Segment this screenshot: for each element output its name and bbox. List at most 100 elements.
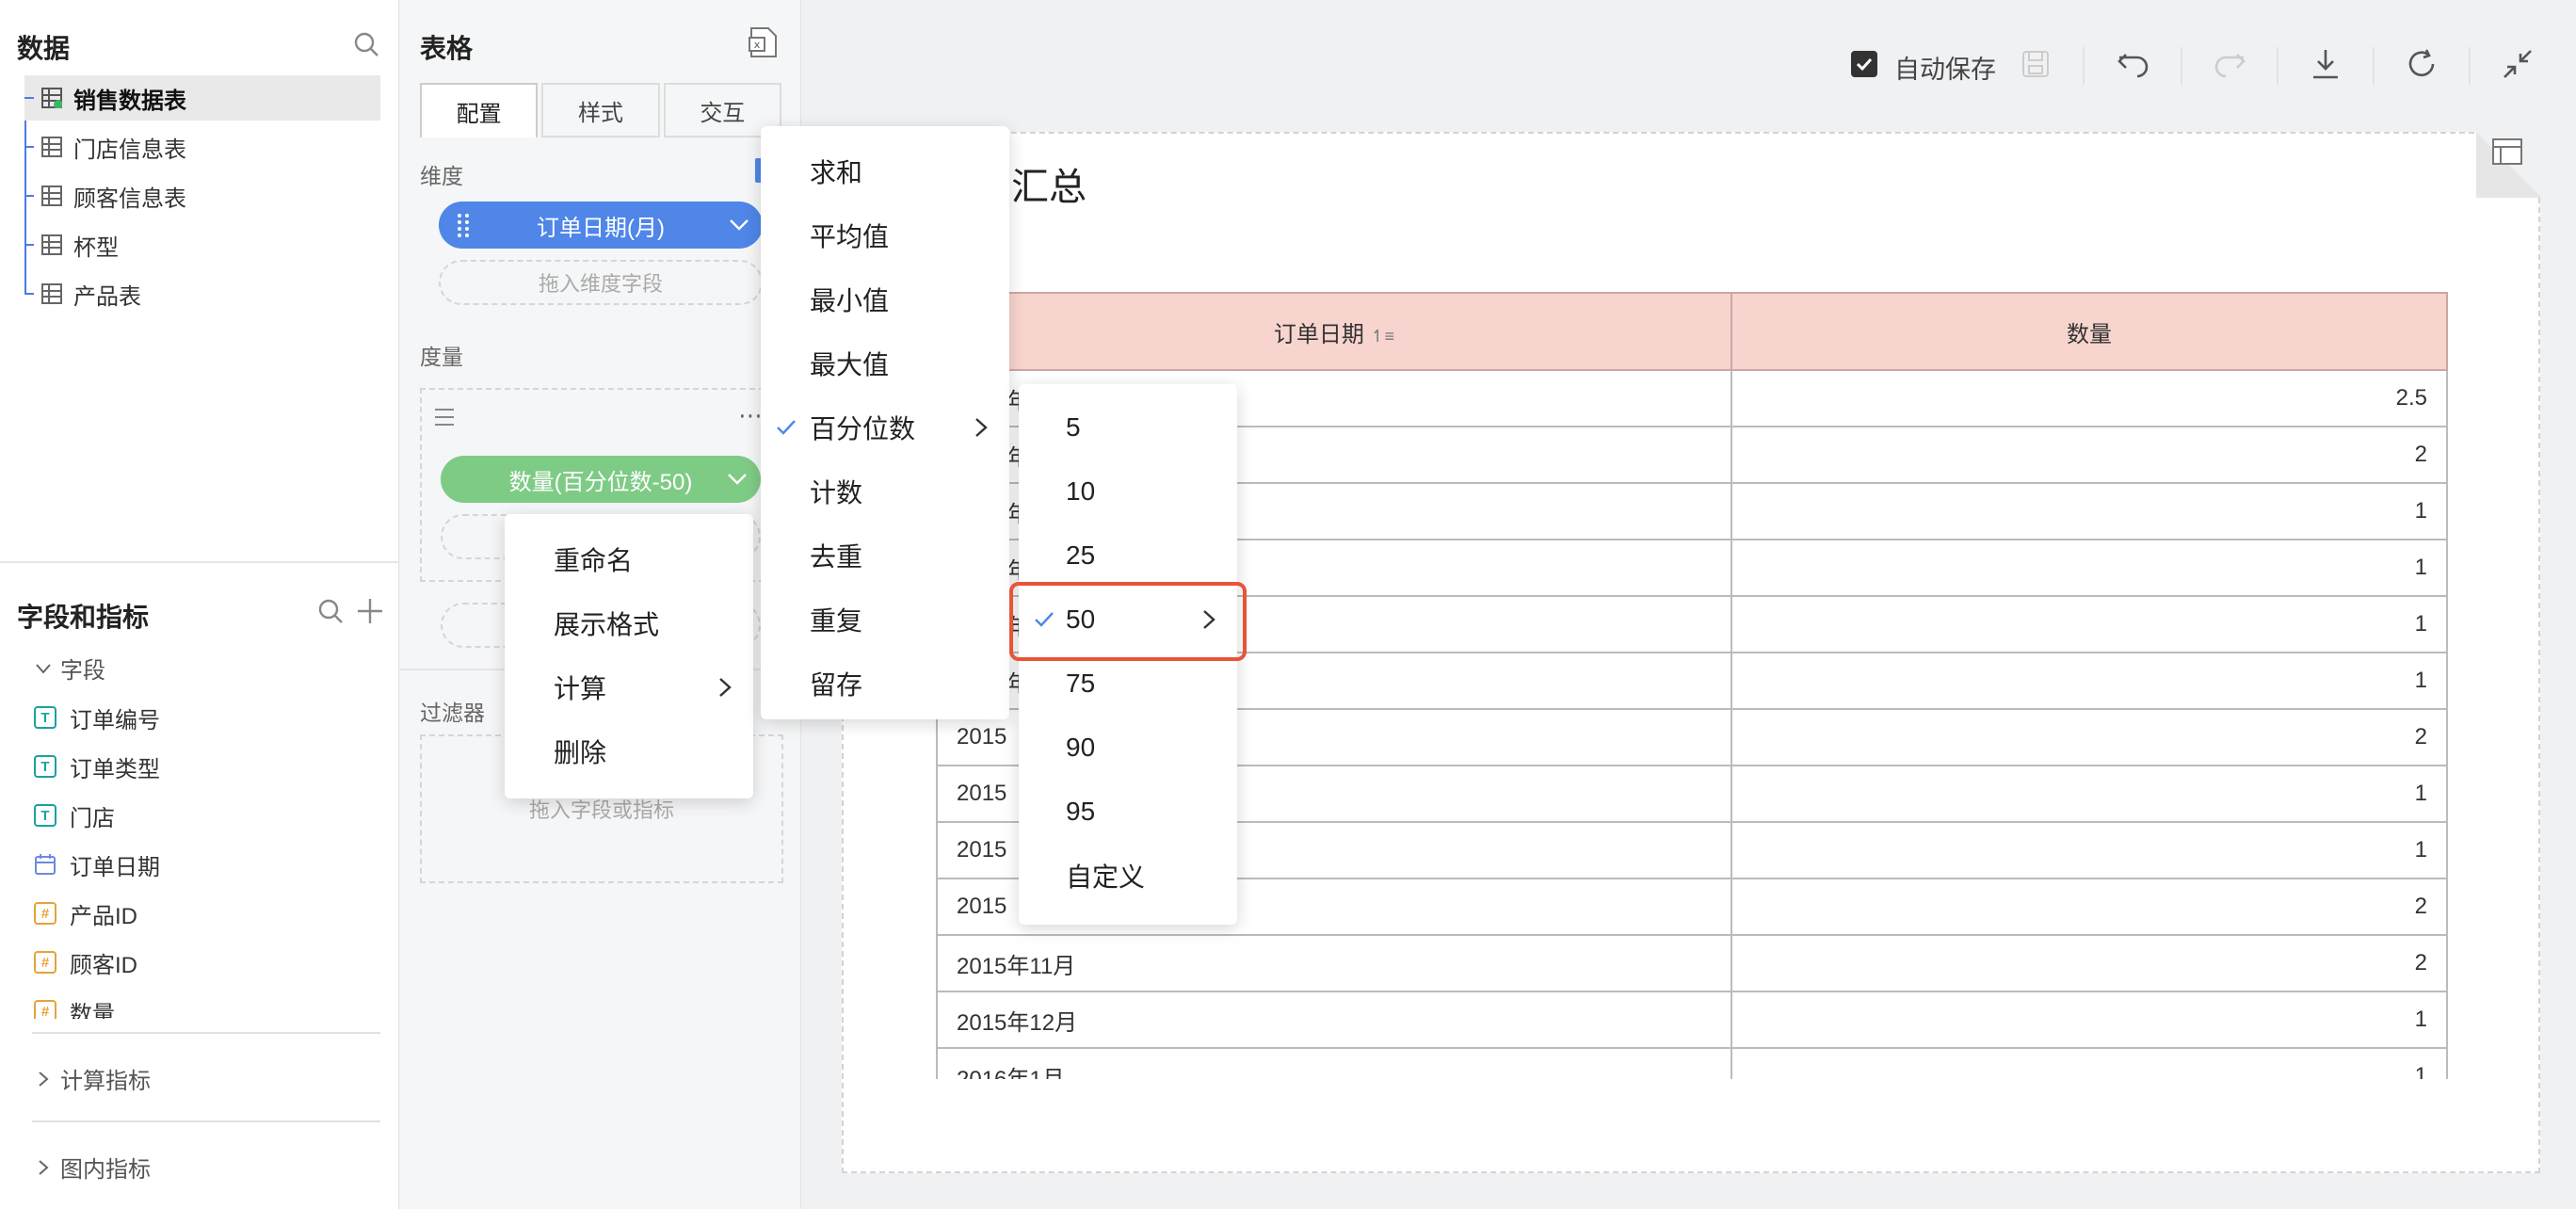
menu-item-distinct[interactable]: 去重 <box>761 524 1009 588</box>
field-item[interactable]: # 产品ID <box>34 893 137 934</box>
inner-group-label: 图内指标 <box>60 1157 151 1183</box>
dimension-pill[interactable]: 订单日期(月) <box>439 202 763 249</box>
menu-item-p90[interactable]: 90 <box>1019 716 1237 780</box>
table-item-product[interactable]: 产品表 <box>24 271 380 316</box>
menu-item-custom[interactable]: 自定义 <box>1019 844 1237 908</box>
drag-handle-icon[interactable] <box>456 213 471 237</box>
menu-item-p5[interactable]: 5 <box>1019 395 1237 459</box>
divider <box>32 1120 380 1122</box>
dimension-drop-zone[interactable]: 拖入维度字段 <box>439 260 763 305</box>
table-cell: 2015年12月 <box>936 991 1732 1049</box>
number-type-icon: # <box>34 902 56 925</box>
chevron-down-icon[interactable] <box>729 218 749 232</box>
menu-item-sum[interactable]: 求和 <box>761 139 1009 203</box>
field-label: 数量 <box>70 1001 115 1020</box>
table-item-label: 顾客信息表 <box>73 185 186 212</box>
menu-item-label: 平均值 <box>810 222 890 251</box>
menu-item-label: 90 <box>1066 733 1096 762</box>
menu-item-p75[interactable]: 75 <box>1019 652 1237 716</box>
data-panel: 数据 销售数据表 门店信息表 顾客信息表 杯型 产品表 字段和指标 字段 T 订单… <box>0 0 399 1209</box>
table-item-sales[interactable]: 销售数据表 <box>24 75 380 121</box>
menu-item-average[interactable]: 平均值 <box>761 203 1009 267</box>
table-item-store[interactable]: 门店信息表 <box>24 124 380 169</box>
field-item[interactable]: T 门店 <box>34 795 115 836</box>
table-cell: 1 <box>1731 595 2448 653</box>
menu-item-label: 求和 <box>810 158 863 187</box>
table-cell: 1 <box>1731 765 2448 823</box>
menu-item-repeat[interactable]: 重复 <box>761 588 1009 652</box>
calc-group-toggle[interactable]: 计算指标 <box>34 1062 151 1095</box>
more-icon[interactable]: ⋯ <box>738 401 763 430</box>
column-header[interactable]: 数量 <box>1731 292 2448 371</box>
excel-export-icon[interactable]: x <box>748 26 778 65</box>
autosave-label: 自动保存 <box>1894 56 1996 84</box>
autosave-checkbox[interactable] <box>1851 51 1877 77</box>
field-item[interactable]: # 数量 <box>34 991 115 1019</box>
table-row: 2015年12月 1 <box>936 991 2448 1049</box>
search-icon[interactable] <box>316 597 345 632</box>
menu-item-label: 最大值 <box>810 350 890 379</box>
filter-label: 过滤器 <box>420 701 485 725</box>
chevron-right-icon <box>975 418 988 437</box>
menu-item-percentile[interactable]: 百分位数 <box>761 395 1009 459</box>
table-icon <box>41 88 62 108</box>
field-label: 订单日期 <box>70 854 160 880</box>
table-item-label: 产品表 <box>73 283 141 310</box>
menu-item-label: 最小值 <box>810 286 890 315</box>
table-row: 2016年1月 1 <box>936 1047 2448 1079</box>
menu-item-retention[interactable]: 留存 <box>761 652 1009 716</box>
table-item-label: 门店信息表 <box>73 137 186 163</box>
redo-icon[interactable] <box>2211 45 2248 83</box>
collapse-icon[interactable] <box>2499 45 2536 83</box>
measure-pill[interactable]: 数量(百分位数-50) <box>441 456 761 503</box>
table-item-customer[interactable]: 顾客信息表 <box>24 173 380 218</box>
table-row: 2015年11月 2 <box>936 934 2448 992</box>
chevron-down-icon <box>36 663 51 674</box>
menu-item-min[interactable]: 最小值 <box>761 267 1009 331</box>
text-type-icon: T <box>34 706 56 729</box>
field-item[interactable]: T 订单类型 <box>34 746 160 787</box>
search-icon[interactable] <box>352 30 380 65</box>
text-type-icon: T <box>34 804 56 827</box>
text-type-icon: T <box>34 755 56 778</box>
menu-item-calculate[interactable]: 计算 <box>505 655 753 719</box>
number-type-icon: # <box>34 951 56 974</box>
menu-item-p10[interactable]: 10 <box>1019 459 1237 524</box>
inner-group-toggle[interactable]: 图内指标 <box>34 1151 151 1184</box>
download-icon[interactable] <box>2307 45 2344 83</box>
tab-config[interactable]: 配置 <box>420 83 539 137</box>
menu-item-label: 计数 <box>810 478 863 508</box>
menu-item-delete[interactable]: 删除 <box>505 719 753 783</box>
field-item[interactable]: 订单日期 <box>34 844 160 885</box>
table-item-cup[interactable]: 杯型 <box>24 222 380 267</box>
menu-item-count[interactable]: 计数 <box>761 459 1009 524</box>
tab-style[interactable]: 样式 <box>541 83 660 137</box>
fields-list: T 订单编号 T 订单类型 T 门店 订单日期 # 产品ID # 顾客ID # 数量 <box>0 697 399 1019</box>
chevron-right-icon <box>39 1159 49 1175</box>
field-label: 订单编号 <box>70 707 160 733</box>
column-header-label: 订单日期 <box>1273 321 1364 347</box>
data-panel-title: 数据 <box>17 34 71 63</box>
table-cell: 2 <box>1731 934 2448 992</box>
chevron-down-icon[interactable] <box>727 473 748 486</box>
save-icon[interactable] <box>2017 45 2054 83</box>
menu-item-rename[interactable]: 重命名 <box>505 527 753 591</box>
refresh-icon[interactable] <box>2403 45 2440 83</box>
plus-icon[interactable] <box>356 597 384 632</box>
menu-item-max[interactable]: 最大值 <box>761 331 1009 395</box>
table-settings-icon[interactable] <box>2491 137 2523 172</box>
menu-item-display-format[interactable]: 展示格式 <box>505 591 753 655</box>
table-cell: 1 <box>1731 539 2448 597</box>
table-cell: 2016年1月 <box>936 1047 1732 1079</box>
table-cell: 1 <box>1731 652 2448 710</box>
column-header[interactable]: 订单日期 ↿≡ <box>936 292 1732 371</box>
fields-group-toggle[interactable]: 字段 <box>34 652 105 685</box>
menu-item-label: 10 <box>1066 476 1096 506</box>
sort-icon[interactable]: ↿≡ <box>1371 327 1395 346</box>
field-item[interactable]: T 订单编号 <box>34 697 160 738</box>
menu-item-p25[interactable]: 25 <box>1019 524 1237 588</box>
undo-icon[interactable] <box>2115 45 2152 83</box>
field-item[interactable]: # 顾客ID <box>34 942 137 983</box>
list-icon <box>433 407 456 434</box>
menu-item-p95[interactable]: 95 <box>1019 780 1237 844</box>
